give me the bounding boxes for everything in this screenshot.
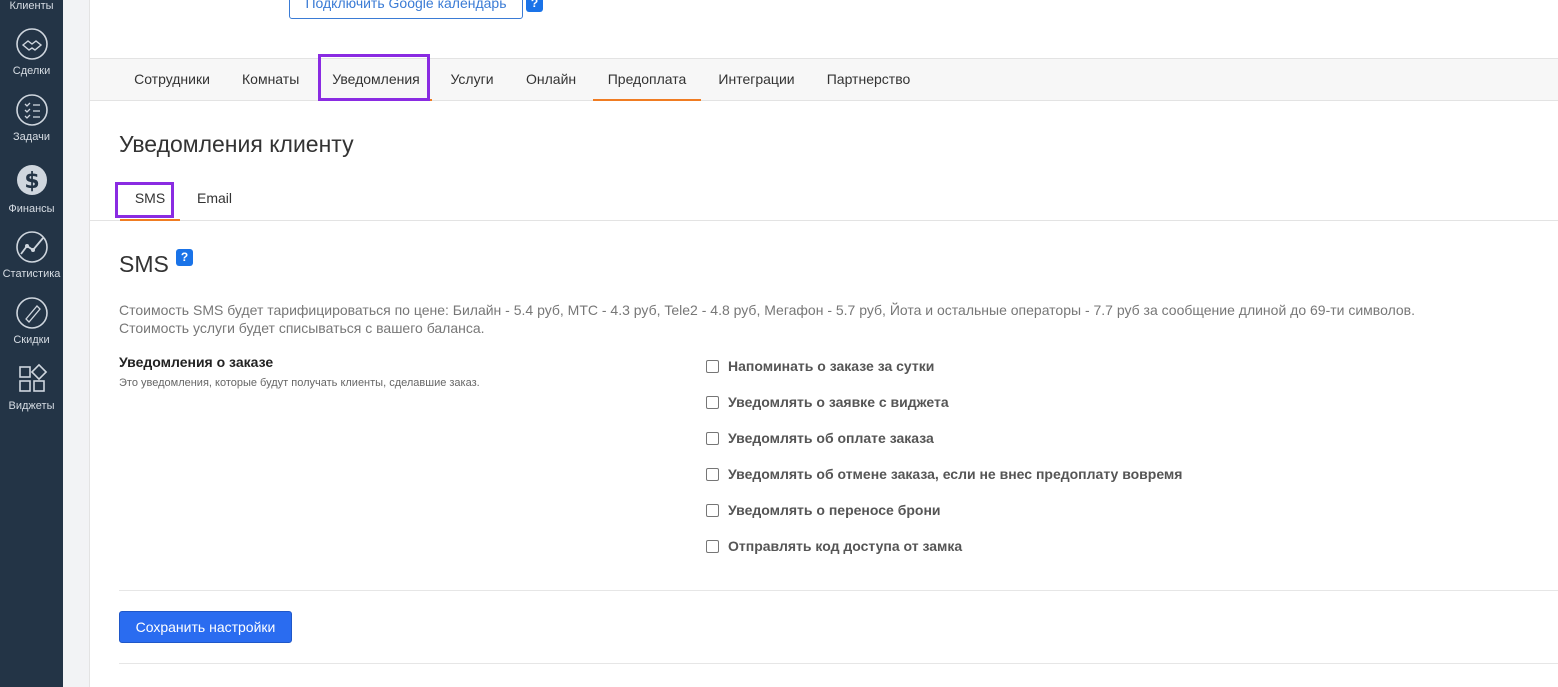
main-panel: Подключить Google календарь ? Сотрудники… <box>89 0 1558 687</box>
widgets-icon <box>15 362 49 396</box>
sidebar-item-label: Сделки <box>12 65 51 77</box>
option-label: Уведомлять об отмене заказа, если не вне… <box>728 466 1183 482</box>
divider <box>119 590 1558 591</box>
tab-employees[interactable]: Сотрудники <box>134 59 210 101</box>
tab-email[interactable]: Email <box>197 179 232 221</box>
help-icon[interactable]: ? <box>176 249 193 266</box>
order-notifications-description: Это уведомления, которые будут получать … <box>119 377 480 389</box>
widget-request-option[interactable]: Уведомлять о заявке с виджета <box>706 394 949 410</box>
order-cancel-option[interactable]: Уведомлять об отмене заказа, если не вне… <box>706 466 1182 482</box>
sidebar-item-label: Клиенты <box>9 0 54 12</box>
channel-tabs: SMS Email <box>90 179 1558 221</box>
sidebar-item-finance[interactable]: $ Финансы <box>0 161 63 215</box>
tasks-list-icon <box>15 93 49 127</box>
sidebar-item-tasks[interactable]: Задачи <box>0 93 63 143</box>
booking-transfer-option[interactable]: Уведомлять о переносе брони <box>706 502 941 518</box>
help-icon[interactable]: ? <box>526 0 543 12</box>
tab-partnership[interactable]: Партнерство <box>826 59 911 101</box>
option-label: Уведомлять об оплате заказа <box>728 430 934 446</box>
pricing-line: Стоимость SMS будет тарифицироваться по … <box>119 302 1416 318</box>
tab-integrations[interactable]: Интеграции <box>718 59 795 101</box>
sale-tag-icon <box>15 296 49 330</box>
top-settings-area: Подключить Google календарь ? <box>89 0 1558 59</box>
lock-access-code-checkbox[interactable] <box>706 539 719 553</box>
page-title: Уведомления клиенту <box>119 131 354 157</box>
booking-transfer-checkbox[interactable] <box>706 503 719 517</box>
settings-tabs: Сотрудники Комнаты Уведомления Услуги Он… <box>89 54 1558 101</box>
remind-order-day-before-option[interactable]: Напоминать о заказе за сутки <box>706 358 934 374</box>
sms-section-title: SMS <box>119 251 169 277</box>
order-notifications-title: Уведомления о заказе <box>119 354 274 370</box>
remind-order-checkbox[interactable] <box>706 359 719 373</box>
sidebar-item-label: Статистика <box>2 268 61 280</box>
handshake-icon <box>15 27 49 61</box>
dollar-icon: $ <box>15 161 49 199</box>
svg-text:$: $ <box>24 169 39 194</box>
order-payment-option[interactable]: Уведомлять об оплате заказа <box>706 430 934 446</box>
option-label: Напоминать о заказе за сутки <box>728 358 935 374</box>
option-label: Уведомлять о переносе брони <box>728 502 941 518</box>
sidebar-item-widgets[interactable]: Виджеты <box>0 362 63 412</box>
sidebar: Клиенты Сделки Задачи $ Финансы Статисти… <box>0 0 63 687</box>
tab-services[interactable]: Услуги <box>450 59 494 101</box>
sidebar-item-label: Виджеты <box>8 400 55 412</box>
sidebar-item-label: Задачи <box>13 131 50 143</box>
sidebar-item-statistics[interactable]: Статистика <box>0 230 63 280</box>
balance-line: Стоимость услуги будет списываться с ваш… <box>119 320 485 336</box>
notifications-content: Уведомления клиенту SMS Email SMS ? Стои… <box>89 101 1558 687</box>
sidebar-item-clients[interactable]: Клиенты <box>0 0 63 12</box>
tab-notifications[interactable]: Уведомления <box>320 59 432 101</box>
option-label: Отправлять код доступа от замка <box>728 538 963 554</box>
widget-request-checkbox[interactable] <box>706 395 719 409</box>
chart-line-icon <box>15 230 49 264</box>
tab-rooms[interactable]: Комнаты <box>242 59 299 101</box>
tab-online[interactable]: Онлайн <box>526 59 576 101</box>
lock-access-code-option[interactable]: Отправлять код доступа от замка <box>706 538 962 554</box>
divider <box>119 663 1558 664</box>
sidebar-item-discounts[interactable]: Скидки <box>0 296 63 346</box>
option-label: Уведомлять о заявке с виджета <box>728 394 949 410</box>
save-settings-button[interactable]: Сохранить настройки <box>119 611 292 643</box>
sidebar-item-label: Скидки <box>13 334 50 346</box>
tab-prepayment[interactable]: Предоплата <box>593 59 701 101</box>
sidebar-item-deals[interactable]: Сделки <box>0 27 63 77</box>
order-payment-checkbox[interactable] <box>706 431 719 445</box>
order-cancel-checkbox[interactable] <box>706 467 719 481</box>
sidebar-item-label: Финансы <box>8 203 55 215</box>
sms-pricing-description: Стоимость SMS будет тарифицироваться по … <box>119 301 1415 337</box>
tab-sms[interactable]: SMS <box>120 179 180 221</box>
connect-google-calendar-button[interactable]: Подключить Google календарь <box>289 0 523 19</box>
